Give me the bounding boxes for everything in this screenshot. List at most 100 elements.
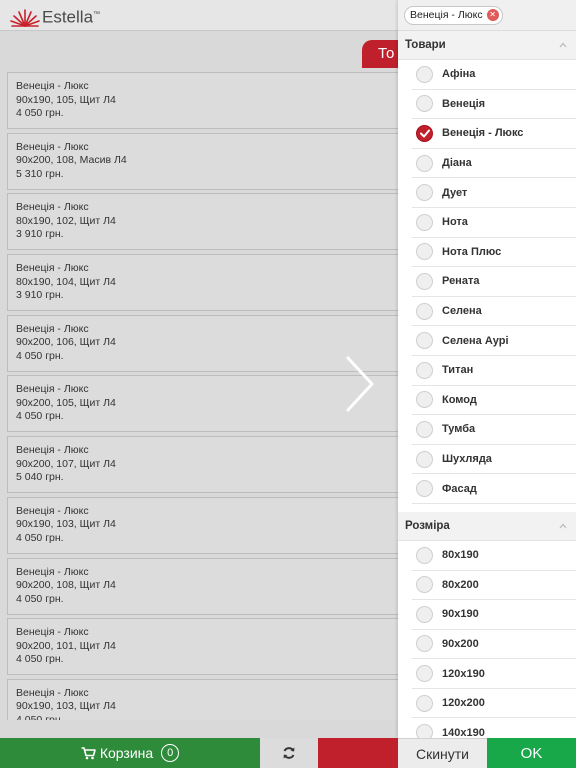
- filter-option[interactable]: Фасад: [412, 474, 576, 504]
- filter-option[interactable]: 120x190: [412, 659, 576, 689]
- filter-option[interactable]: 120x200: [412, 689, 576, 719]
- filter-option-label: 90x200: [442, 637, 479, 650]
- radio-icon[interactable]: [416, 391, 433, 409]
- filter-option[interactable]: 80x200: [412, 571, 576, 601]
- product-name: Венеція - Люкс: [16, 80, 89, 92]
- product-spec: 90x200, 108, Масив Л4: [16, 154, 127, 167]
- radio-icon[interactable]: [416, 724, 433, 738]
- product-spec: 90x200, 101, Щит Л4: [16, 639, 116, 652]
- product-spec: 90x190, 103, Щит Л4: [16, 700, 116, 713]
- filter-option[interactable]: Шухляда: [412, 445, 576, 475]
- filter-option[interactable]: Тумба: [412, 415, 576, 445]
- filter-option[interactable]: Венеція - Люкс: [412, 119, 576, 149]
- filter-option[interactable]: Селена Аурі: [412, 326, 576, 356]
- product-card[interactable]: Венеція - Люкс 90x200, 108, Масив Л4 5 310…: [7, 132, 407, 190]
- product-card[interactable]: Венеція - Люкс 90x190, 105, Щит Л4 4 050 г…: [7, 72, 407, 129]
- product-spec: 90x200, 108, Щит Л4: [16, 579, 116, 591]
- radio-icon[interactable]: [416, 272, 433, 290]
- radio-icon[interactable]: [416, 694, 433, 712]
- refresh-button[interactable]: [260, 738, 318, 768]
- product-price: 3 910 грн.: [16, 289, 64, 302]
- filter-option-label: 80x190: [442, 549, 479, 562]
- radio-icon[interactable]: [416, 302, 433, 320]
- cart-button[interactable]: Корзина 0: [0, 738, 260, 768]
- radio-icon[interactable]: [416, 361, 433, 379]
- filter-option[interactable]: Венеція: [412, 90, 576, 120]
- product-card[interactable]: Венеція - Люкс 90x200, 101, Щит Л4 4 050 г…: [7, 618, 407, 676]
- radio-icon[interactable]: [416, 480, 433, 498]
- product-card[interactable]: Венеція - Люкс 90x200, 107, Щит Л4 5 040 г…: [7, 436, 407, 494]
- product-name: Венеція - Люкс: [16, 444, 89, 457]
- radio-icon[interactable]: [416, 635, 433, 653]
- product-card[interactable]: Венеція - Люкс 90x200, 108, Щит Л4 4 050 г…: [7, 557, 407, 615]
- product-name: Венеція - Люкс: [16, 322, 89, 335]
- radio-icon[interactable]: [416, 184, 433, 202]
- cart-label: Корзина: [99, 745, 154, 761]
- radio-icon[interactable]: [416, 65, 433, 83]
- filter-option[interactable]: Діана: [412, 149, 576, 179]
- size-options: 80x190 80x200 90x190 90x200 120x190 120x200 14…: [398, 541, 576, 738]
- product-spec: 90x200, 106, Щит Л4: [16, 336, 116, 349]
- filter-option[interactable]: Титан: [412, 356, 576, 386]
- filter-option[interactable]: Нота: [412, 208, 576, 238]
- product-spec: 90x190, 105, Щит Л4: [16, 93, 116, 106]
- radio-icon[interactable]: [416, 213, 433, 231]
- filter-option[interactable]: Дует: [412, 178, 576, 208]
- product-card[interactable]: Венеція - Люкс 90x190, 103, Щит Л4 4 050 г…: [7, 496, 407, 554]
- radio-icon[interactable]: [416, 332, 433, 350]
- radio-icon[interactable]: [416, 605, 433, 623]
- active-filter-chip[interactable]: Венеція - Люкс ✕: [404, 5, 503, 25]
- product-name: Венеція - Люкс: [16, 504, 89, 517]
- filter-option[interactable]: Селена: [412, 297, 576, 327]
- estella-logo[interactable]: Estella™: [10, 4, 100, 28]
- filter-option[interactable]: Афіна: [412, 60, 576, 90]
- product-spec: 80x190, 102, Щит Л4: [16, 214, 116, 227]
- filter-option-label: 90x190: [442, 608, 479, 621]
- order-button[interactable]: [318, 738, 398, 768]
- radio-icon[interactable]: [416, 243, 433, 261]
- product-price: 3 910 грн.: [16, 228, 64, 241]
- filter-panel: Венеція - Люкс ✕ Товари Афіна Венеція Вене…: [398, 0, 576, 738]
- filter-option[interactable]: 80x190: [412, 541, 576, 571]
- product-name: Венеція - Люкс: [16, 140, 89, 153]
- filter-option-label: 80x200: [442, 578, 479, 591]
- radio-icon[interactable]: [416, 665, 433, 683]
- sizes-section-header[interactable]: Розміра: [398, 511, 576, 541]
- product-price: 4 050 грн.: [16, 713, 64, 720]
- radio-icon[interactable]: [416, 154, 433, 172]
- product-price: 5 040 грн.: [16, 471, 64, 484]
- filter-option-label: Шухляда: [442, 453, 492, 466]
- radio-icon[interactable]: [416, 576, 433, 594]
- product-name: Венеція - Люкс: [16, 201, 89, 214]
- product-card[interactable]: Венеція - Люкс 90x190, 103, Щит Л4 4 050 г…: [7, 678, 407, 720]
- filter-option[interactable]: 90x200: [412, 630, 576, 660]
- filter-option-label: Рената: [442, 275, 480, 288]
- product-spec: 90x190, 103, Щит Л4: [16, 518, 116, 531]
- filter-option[interactable]: Рената: [412, 267, 576, 297]
- filter-option[interactable]: 90x190: [412, 600, 576, 630]
- active-filter-chip-label: Венеція - Люкс: [410, 9, 483, 21]
- refresh-icon: [283, 747, 295, 759]
- chevron-right-icon[interactable]: [340, 354, 380, 414]
- product-card[interactable]: Венеція - Люкс 80x190, 102, Щит Л4 3 910 г…: [7, 193, 407, 251]
- filter-option[interactable]: Комод: [412, 386, 576, 416]
- apply-filters-button[interactable]: OK: [487, 738, 576, 768]
- bottom-toolbar: Корзина 0 Скинути OK: [0, 738, 576, 768]
- cart-icon: [81, 746, 96, 759]
- radio-icon[interactable]: [416, 95, 433, 113]
- filter-option-label: Селена Аурі: [442, 334, 509, 347]
- filter-option-label: 120x200: [442, 697, 485, 710]
- radio-icon[interactable]: [416, 546, 433, 564]
- goods-section-header[interactable]: Товари: [398, 31, 576, 60]
- filter-option-label: Венеція: [442, 97, 486, 110]
- filter-option-label: Діана: [442, 157, 472, 170]
- filter-option[interactable]: Нота Плюс: [412, 238, 576, 268]
- checked-radio-icon[interactable]: [416, 124, 433, 142]
- reset-filters-button[interactable]: Скинути: [398, 738, 487, 768]
- filter-option[interactable]: 140x190: [412, 718, 576, 738]
- product-card[interactable]: Венеція - Люкс 80x190, 104, Щит Л4 3 910 г…: [7, 254, 407, 312]
- filter-option-label: Дует: [442, 186, 468, 199]
- radio-icon[interactable]: [416, 450, 433, 468]
- radio-icon[interactable]: [416, 420, 433, 438]
- remove-chip-icon[interactable]: ✕: [486, 9, 499, 21]
